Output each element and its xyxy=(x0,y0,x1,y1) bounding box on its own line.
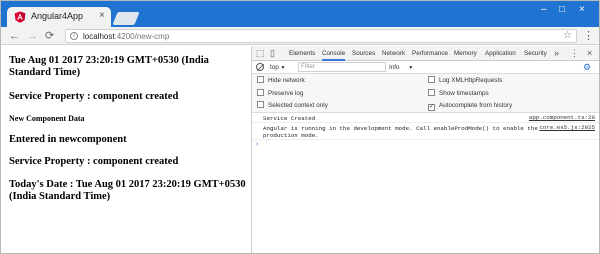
context-selector[interactable]: top ▼ xyxy=(270,63,295,72)
levels-value: Info xyxy=(389,64,400,71)
browser-toolbar: ← → ⟳ i localhost:4200/new-cmp ☆ ⋮ xyxy=(1,27,599,45)
console-filter-bar: top ▼ Filter Info ▼ ⚙ xyxy=(252,61,599,74)
gear-icon[interactable]: ⚙ xyxy=(583,62,593,72)
preserve-log-checkbox[interactable] xyxy=(257,89,264,96)
tab-performance[interactable]: Performance xyxy=(412,46,448,61)
show-timestamps-label: Show timestamps xyxy=(439,90,489,97)
minimize-button[interactable]: – xyxy=(541,4,547,16)
tab-title: Angular4App xyxy=(31,11,84,21)
address-bar[interactable]: i localhost:4200/new-cmp ☆ xyxy=(65,29,577,43)
device-toolbar-icon[interactable]: ▯ xyxy=(270,48,275,58)
tab-close-icon[interactable]: × xyxy=(99,10,105,22)
service-property-text: Service Property : component created xyxy=(9,91,179,102)
url-host: localhost xyxy=(83,32,115,41)
hide-network-label: Hide network xyxy=(268,77,305,84)
console-message-source-link[interactable]: core.es5.js:2925 xyxy=(539,124,595,131)
new-tab-button[interactable] xyxy=(112,12,140,25)
log-levels-selector[interactable]: Info ▼ xyxy=(389,63,423,72)
close-window-button[interactable]: × xyxy=(579,4,585,16)
context-value: top xyxy=(270,64,279,71)
maximize-button[interactable]: □ xyxy=(559,4,565,16)
selected-context-option[interactable]: Selected context only xyxy=(257,101,328,111)
url-path: :4200/new-cmp xyxy=(114,32,170,41)
more-tabs-icon[interactable]: » xyxy=(554,48,559,58)
preserve-log-label: Preserve log xyxy=(268,90,304,97)
context-dropdown-arrow-icon: ▼ xyxy=(280,65,286,71)
browser-menu-icon[interactable]: ⋮ xyxy=(583,28,594,44)
log-xhr-label: Log XMLHttpRequests xyxy=(439,77,503,84)
levels-dropdown-arrow-icon: ▼ xyxy=(408,65,414,71)
title-bar: Angular4App × – □ × xyxy=(1,1,599,27)
devtools-panel: ⬚ ▯ Elements Console Sources Network Per… xyxy=(252,46,599,253)
url-text[interactable]: localhost:4200/new-cmp xyxy=(83,31,169,42)
autocomplete-option[interactable]: ✓ Autocomplete from history xyxy=(428,101,512,111)
autocomplete-label: Autocomplete from history xyxy=(439,102,513,109)
browser-window: Angular4App × – □ × ← → ⟳ i localhost:42… xyxy=(0,0,600,254)
angular-logo-icon xyxy=(14,11,26,23)
devtools-tab-bar: ⬚ ▯ Elements Console Sources Network Per… xyxy=(252,46,599,61)
console-filter-input[interactable]: Filter xyxy=(298,62,386,72)
clear-console-icon[interactable] xyxy=(256,63,264,71)
console-message-source-link[interactable]: app.component.ts:20 xyxy=(529,114,595,121)
console-message-text: Service Created xyxy=(263,115,316,122)
bookmark-star-icon[interactable]: ☆ xyxy=(563,30,572,42)
browser-tab[interactable]: Angular4App × xyxy=(7,7,111,27)
console-output: Service Created app.component.ts:20 Angu… xyxy=(252,113,599,253)
console-settings: Hide network Preserve log Selected conte… xyxy=(252,74,599,113)
forward-button[interactable]: → xyxy=(27,28,38,44)
reload-button[interactable]: ⟳ xyxy=(45,28,54,44)
page-content: Tue Aug 01 2017 23:20:19 GMT+0530 (India… xyxy=(1,46,251,253)
log-xhr-checkbox[interactable] xyxy=(428,76,435,83)
entered-text: Entered in newcomponent xyxy=(9,134,127,145)
selected-context-checkbox[interactable] xyxy=(257,101,264,108)
todays-date-text: Today's Date : Tue Aug 01 2017 23:20:19 … xyxy=(9,179,246,202)
inspect-element-icon[interactable]: ⬚ xyxy=(256,48,265,58)
tab-console[interactable]: Console xyxy=(322,46,346,61)
show-timestamps-checkbox[interactable] xyxy=(428,89,435,96)
log-xhr-option[interactable]: Log XMLHttpRequests xyxy=(428,76,502,86)
tab-sources[interactable]: Sources xyxy=(352,46,375,61)
show-timestamps-option[interactable]: Show timestamps xyxy=(428,89,489,99)
console-message: Angular is running in the development mo… xyxy=(252,123,599,140)
tab-application[interactable]: Application xyxy=(485,46,516,61)
new-component-heading: New Component Data xyxy=(9,114,85,123)
devtools-menu-icon[interactable]: ⋮ xyxy=(570,48,579,58)
preserve-log-option[interactable]: Preserve log xyxy=(257,89,303,99)
devtools-close-icon[interactable]: × xyxy=(587,48,592,58)
tab-elements[interactable]: Elements xyxy=(289,46,315,61)
console-message-text: Angular is running in the development mo… xyxy=(263,125,538,139)
back-button[interactable]: ← xyxy=(9,28,20,44)
info-icon[interactable]: i xyxy=(70,32,78,40)
autocomplete-checkbox[interactable]: ✓ xyxy=(428,104,435,111)
console-message: Service Created app.component.ts:20 xyxy=(252,113,599,123)
tab-memory[interactable]: Memory xyxy=(454,46,477,61)
console-prompt-icon[interactable]: › xyxy=(255,141,259,149)
service-property-text-2: Service Property : component created xyxy=(9,156,179,167)
date-heading: Tue Aug 01 2017 23:20:19 GMT+0530 (India… xyxy=(9,55,209,78)
selected-context-label: Selected context only xyxy=(268,102,328,109)
tab-network[interactable]: Network xyxy=(382,46,405,61)
tab-security[interactable]: Security xyxy=(524,46,547,61)
hide-network-option[interactable]: Hide network xyxy=(257,76,305,86)
hide-network-checkbox[interactable] xyxy=(257,76,264,83)
